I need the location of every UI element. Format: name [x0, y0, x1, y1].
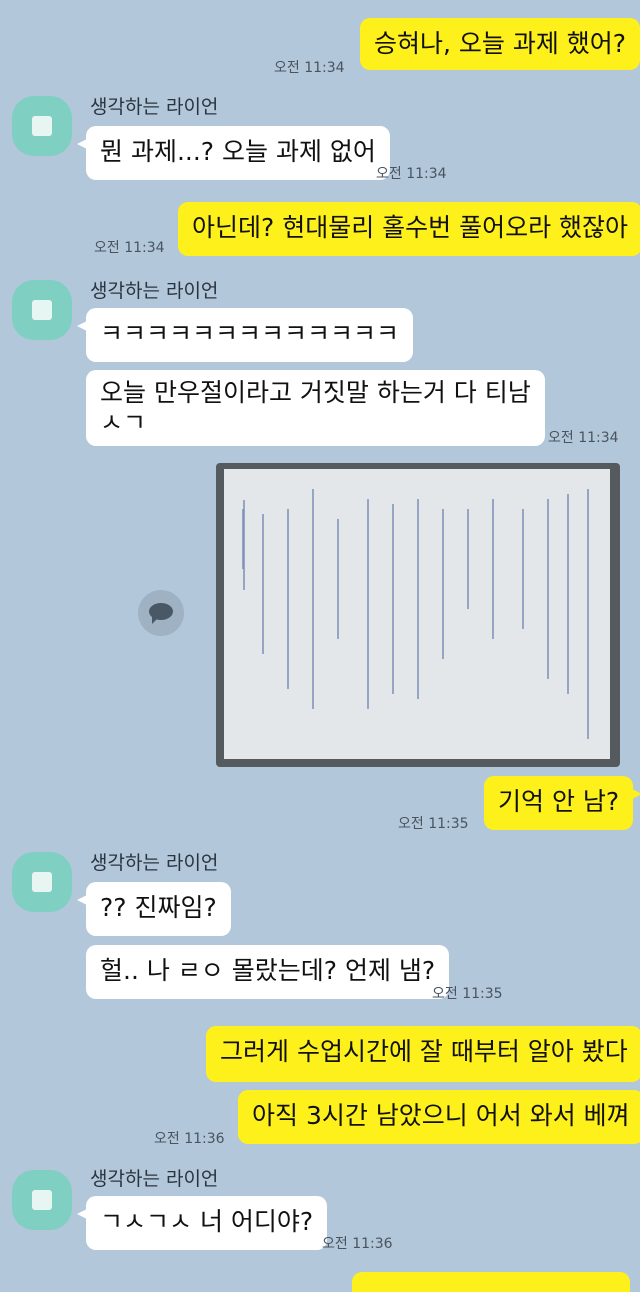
- sender-name: 생각하는 라이언: [90, 280, 219, 302]
- message-time: 오전 11:34: [274, 60, 345, 76]
- message-time: 오전 11:34: [94, 240, 165, 256]
- message-bubble-received[interactable]: ?? 진짜임?: [77, 882, 231, 936]
- photo-message[interactable]: [216, 463, 620, 767]
- message-bubble-received[interactable]: ㄱㅅㄱㅅ 너 어디야?: [76, 1196, 328, 1250]
- message-line: 오늘 만우절이라고 거짓말 하는거 다 티남: [100, 378, 531, 407]
- homework-paper-image: [224, 469, 610, 759]
- message-bubble-sent[interactable]: 그러게 수업시간에 잘 때부터 알아 봤다: [206, 1026, 640, 1082]
- message-bubble-received[interactable]: 오늘 만우절이라고 거짓말 하는거 다 티남 ㅅㄱ: [86, 370, 545, 446]
- message-time: 오전 11:35: [398, 816, 469, 832]
- sender-name: 생각하는 라이언: [90, 852, 219, 874]
- message-time: 오전 11:36: [322, 1236, 393, 1252]
- message-time: 오전 11:35: [432, 986, 503, 1002]
- message-bubble-sent[interactable]: 아직 3시간 남았으니 어서 와서 베껴: [238, 1090, 640, 1144]
- message-line: ㅅㄱ: [100, 408, 147, 437]
- sender-name: 생각하는 라이언: [90, 96, 219, 118]
- message-time: 오전 11:34: [548, 430, 619, 446]
- avatar[interactable]: [12, 280, 72, 340]
- message-bubble-sent[interactable]: 승혀나, 오늘 과제 했어?: [360, 18, 640, 70]
- message-bubble-sent[interactable]: 기억 안 남?: [484, 776, 640, 830]
- message-time: 오전 11:36: [154, 1131, 225, 1147]
- message-time: 오전 11:34: [376, 166, 447, 182]
- sender-name: 생각하는 라이언: [90, 1168, 219, 1190]
- message-bubble-partial[interactable]: [352, 1272, 630, 1292]
- avatar[interactable]: [12, 1170, 72, 1230]
- avatar[interactable]: [12, 96, 72, 156]
- message-bubble-sent[interactable]: 아닌데? 현대물리 홀수번 풀어오라 했잖아: [178, 202, 640, 256]
- avatar[interactable]: [12, 852, 72, 912]
- message-bubble-received[interactable]: 뭔 과제...? 오늘 과제 없어: [77, 126, 390, 180]
- message-bubble-received[interactable]: ㅋㅋㅋㅋㅋㅋㅋㅋㅋㅋㅋㅋㅋ: [76, 308, 414, 362]
- message-bubble-received[interactable]: 헐.. 나 ㄹㅇ 몰랐는데? 언제 냄?: [86, 945, 450, 999]
- share-icon[interactable]: [138, 590, 184, 636]
